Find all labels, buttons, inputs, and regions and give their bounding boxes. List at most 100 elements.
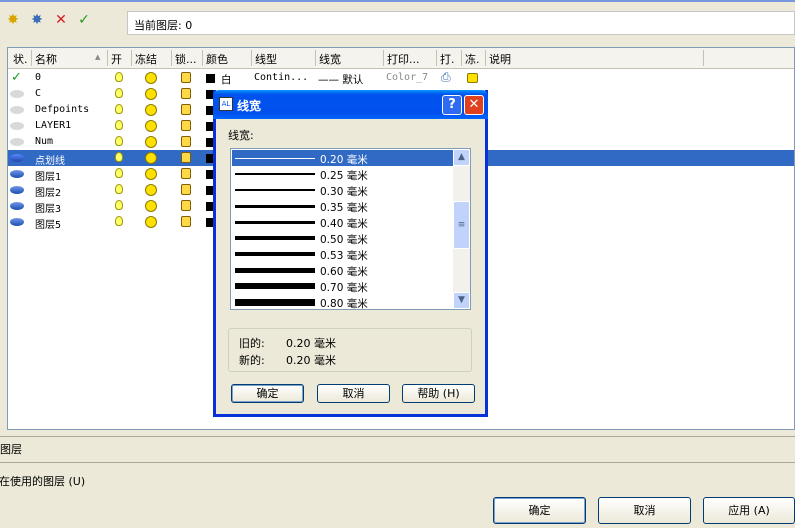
lineweight-option-label: 0.53 毫米 [320,250,368,262]
col-lineweight[interactable]: 线宽 [319,51,341,67]
lineweight-option[interactable]: 0.20 毫米 [232,150,454,166]
col-description[interactable]: 说明 [489,51,511,67]
lineweight-option-label: 0.50 毫米 [320,234,368,246]
lineweight-option[interactable]: 0.53 毫米 [232,246,454,262]
col-plotstyle[interactable]: 打印... [387,51,420,67]
bulb-on-icon[interactable] [115,168,123,178]
lineweight[interactable]: —— 默认 [318,72,363,87]
new-layer-icon[interactable]: ✸ [5,12,21,28]
color-swatch[interactable] [206,74,215,83]
vp-freeze-icon[interactable] [467,73,478,83]
sun-thaw-icon[interactable] [145,104,157,116]
ok-button[interactable]: 确定 [493,497,586,524]
col-plot[interactable]: 打. [440,51,455,67]
lineweight-sample [235,236,315,240]
printer-icon[interactable]: ⎙ [441,70,451,85]
sun-thaw-icon[interactable] [145,152,157,164]
lineweight-dialog[interactable]: AL 线宽 ? ✕ 线宽: 0.20 毫米 0.25 毫米 0.30 毫米 0.35 … [213,90,488,417]
dialog-titlebar[interactable]: AL 线宽 ? ✕ [213,90,488,119]
unlock-icon[interactable] [181,104,191,115]
sun-thaw-icon[interactable] [145,120,157,132]
lineweight-app-icon: AL [219,97,233,111]
dialog-ok-button[interactable]: 确定 [231,384,304,403]
filter-checkbox[interactable]: 正在使用的图层 (U) [0,473,85,489]
unlock-icon[interactable] [181,72,191,83]
help-title-button[interactable]: ? [442,95,462,115]
dialog-cancel-button[interactable]: 取消 [317,384,390,403]
unlock-icon[interactable] [181,216,191,227]
lineweight-option-label: 0.35 毫米 [320,202,368,214]
unlock-icon[interactable] [181,200,191,211]
unlock-icon[interactable] [181,136,191,147]
lineweight-option-label: 0.30 毫米 [320,186,368,198]
scroll-up-icon[interactable]: ▲ [453,149,470,166]
col-linetype[interactable]: 线型 [255,51,277,67]
unlock-icon[interactable] [181,88,191,99]
lineweight-option[interactable]: 0.25 毫米 [232,166,454,182]
lineweight-option[interactable]: 0.70 毫米 [232,278,454,294]
current-layer-display: 当前图层: 0 [127,11,795,35]
layer-stack-icon [10,218,24,226]
lineweight-list-label: 线宽: [228,129,254,142]
table-row[interactable]: ✓ 0 白 Contin... —— 默认 Color_7 ⎙ [8,70,794,86]
cancel-button[interactable]: 取消 [598,497,691,524]
layer-stack-icon [10,106,24,114]
layer-stack-icon [10,154,24,162]
close-button[interactable]: ✕ [464,95,484,115]
lineweight-option[interactable]: 0.50 毫米 [232,230,454,246]
sun-thaw-icon[interactable] [145,200,157,212]
bulb-on-icon[interactable] [115,216,123,226]
bulb-on-icon[interactable] [115,184,123,194]
col-name[interactable]: 名称 [35,51,57,67]
layer-stack-icon [10,138,24,146]
scroll-thumb[interactable]: ≡ [453,201,470,249]
scroll-down-icon[interactable]: ▼ [453,292,470,309]
layer-name: Defpoints [35,104,90,115]
col-vp-freeze[interactable]: 冻. [465,51,480,67]
layer-name: LAYER1 [35,120,72,131]
col-status[interactable]: 状. [13,51,28,67]
lineweight-option[interactable]: 0.30 毫米 [232,182,454,198]
bulb-on-icon[interactable] [115,152,123,162]
unlock-icon[interactable] [181,152,191,163]
bulb-on-icon[interactable] [115,200,123,210]
dialog-help-button[interactable]: 帮助 (H) [402,384,475,403]
lineweight-option[interactable]: 0.60 毫米 [232,262,454,278]
col-lock[interactable]: 锁... [175,51,197,67]
lineweight-option[interactable]: 0.40 毫米 [232,214,454,230]
new-value: 0.20 毫米 [286,354,336,367]
lineweight-list[interactable]: 0.20 毫米 0.25 毫米 0.30 毫米 0.35 毫米 0.40 毫米 0.50 … [230,148,471,310]
sun-thaw-icon[interactable] [145,88,157,100]
layer-name: 图层1 [35,172,62,183]
sun-thaw-icon[interactable] [145,184,157,196]
linetype[interactable]: Contin... [254,72,308,83]
col-color[interactable]: 颜色 [206,51,228,67]
lineweight-option-label: 0.40 毫米 [320,218,368,230]
unlock-icon[interactable] [181,168,191,179]
lineweight-sample [235,173,315,175]
lineweight-option-label: 0.80 毫米 [320,298,368,310]
bulb-on-icon[interactable] [115,88,123,98]
sun-thaw-icon[interactable] [145,216,157,228]
col-on[interactable]: 开 [111,51,122,67]
sun-thaw-icon[interactable] [145,136,157,148]
lineweight-option-label: 0.60 毫米 [320,266,368,278]
delete-layer-icon[interactable]: ✕ [53,12,69,28]
sun-thaw-icon[interactable] [145,168,157,180]
set-current-icon[interactable]: ✓ [76,12,92,28]
lineweight-option[interactable]: 0.35 毫米 [232,198,454,214]
bulb-on-icon[interactable] [115,72,123,82]
lineweight-option[interactable]: 0.80 毫米 [232,294,454,310]
apply-button[interactable]: 应用 (A) [703,497,795,524]
layer-stack-icon [10,90,24,98]
col-freeze[interactable]: 冻结 [135,51,157,67]
unlock-icon[interactable] [181,120,191,131]
sun-thaw-icon[interactable] [145,72,157,84]
bulb-on-icon[interactable] [115,120,123,130]
new-layer-vp-icon[interactable]: ✸ [29,12,45,28]
bulb-on-icon[interactable] [115,136,123,146]
layer-stack-icon [10,186,24,194]
unlock-icon[interactable] [181,184,191,195]
list-scrollbar[interactable]: ▲ ≡ ▼ [453,149,470,309]
bulb-on-icon[interactable] [115,104,123,114]
